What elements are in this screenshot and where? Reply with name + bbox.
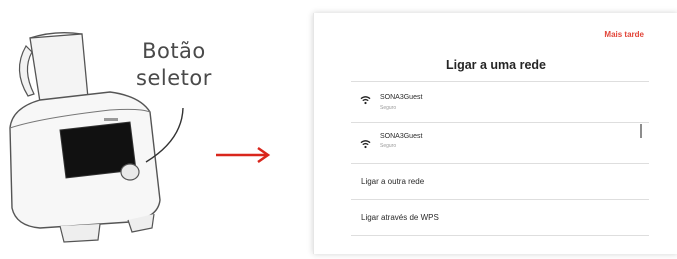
network-security: Seguro <box>380 143 397 149</box>
network-item[interactable]: SONA3Guest Seguro <box>351 82 649 123</box>
page-title: Ligar a uma rede <box>445 58 547 72</box>
network-security: Seguro <box>380 105 397 111</box>
scrollbar[interactable] <box>640 124 642 138</box>
network-name: SONA3Guest <box>380 94 423 101</box>
later-link[interactable]: Mais tarde <box>604 30 644 39</box>
network-item[interactable]: SONA3Guest Seguro <box>351 123 649 164</box>
connect-other-network-label: Ligar a outra rede <box>361 177 425 186</box>
callout-line-2: seletor <box>136 66 212 90</box>
arrow-right-icon <box>216 146 271 164</box>
wifi-icon <box>360 140 371 149</box>
network-name: SONA3Guest <box>380 133 423 140</box>
network-list: SONA3Guest Seguro SONA3Guest Seguro Liga… <box>351 81 649 236</box>
device-screen: Mais tarde Ligar a uma rede SONA3Guest S… <box>313 13 677 254</box>
selector-button-callout: Botão seletor <box>136 38 212 92</box>
connect-wps-item[interactable]: Ligar através de WPS <box>351 200 649 236</box>
connect-other-network-item[interactable]: Ligar a outra rede <box>351 164 649 200</box>
wifi-icon <box>360 96 371 105</box>
connect-wps-label: Ligar através de WPS <box>361 213 439 222</box>
callout-line-1: Botão <box>142 39 206 63</box>
